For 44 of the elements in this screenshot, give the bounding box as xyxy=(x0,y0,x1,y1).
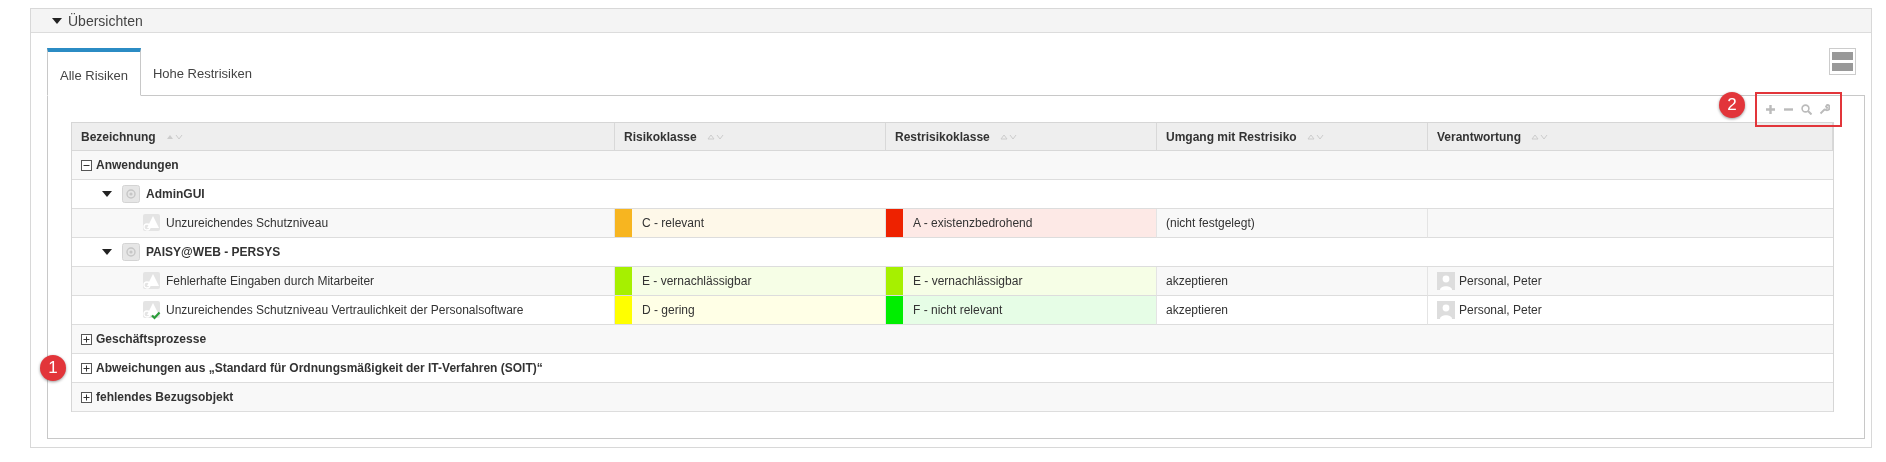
sort-icon[interactable] xyxy=(706,133,725,140)
risk-name-cell[interactable]: Fehlerhafte Eingaben durch Mitarbeiter xyxy=(72,267,615,296)
risk-class-cell: C - relevant xyxy=(615,209,886,238)
column-header[interactable]: Risikoklasse xyxy=(615,123,886,151)
caret-icon[interactable] xyxy=(102,249,112,255)
sort-icon[interactable] xyxy=(1531,133,1549,140)
sort-icon[interactable] xyxy=(165,133,184,140)
tab[interactable]: Hohe Restrisiken xyxy=(140,48,264,96)
owner-name: Personal, Peter xyxy=(1459,303,1542,317)
section-header[interactable]: Übersichten xyxy=(31,9,1871,33)
layout-icon[interactable] xyxy=(1829,48,1856,75)
avatar-icon xyxy=(1437,272,1455,290)
risk-class-cell: E - vernachlässigbar xyxy=(615,267,886,296)
callout-badge: 2 xyxy=(1719,91,1745,118)
sort-icon[interactable] xyxy=(1306,133,1325,140)
risk-name-cell[interactable]: Unzureichendes Schutzniveau xyxy=(72,209,615,238)
handling-cell: akzeptieren xyxy=(1157,267,1428,296)
sort-icon[interactable] xyxy=(999,133,1018,140)
avatar-icon xyxy=(1437,301,1455,319)
callout-badge: 1 xyxy=(40,355,66,381)
group-row[interactable]: fehlendes Bezugsobjekt xyxy=(72,383,1833,412)
risk-class-cell: D - gering xyxy=(615,296,886,325)
expand-icon[interactable] xyxy=(81,159,92,171)
caret-icon[interactable] xyxy=(102,191,112,197)
application-icon xyxy=(122,243,140,261)
handling-cell: (nicht festgelegt) xyxy=(1157,209,1428,238)
search-icon[interactable] xyxy=(1801,103,1812,115)
wrench-icon[interactable] xyxy=(1819,103,1830,115)
residual-class-cell: E - vernachlässigbar xyxy=(886,267,1157,296)
column-header[interactable]: Restrisikoklasse xyxy=(886,123,1157,151)
column-header[interactable]: Bezeichnung xyxy=(72,123,615,151)
caret-icon xyxy=(52,17,62,24)
tab[interactable]: Alle Risiken xyxy=(47,48,141,96)
column-header[interactable]: Umgang mit Restrisiko xyxy=(1157,123,1428,151)
plus-icon[interactable] xyxy=(1765,103,1776,115)
application-icon xyxy=(122,185,140,203)
expand-icon[interactable] xyxy=(81,362,92,374)
expand-icon[interactable] xyxy=(81,391,92,403)
owner-name: Personal, Peter xyxy=(1459,274,1542,288)
section-title: Übersichten xyxy=(68,12,143,29)
residual-class-cell: F - nicht relevant xyxy=(886,296,1157,325)
residual-class-cell: A - existenzbedrohend xyxy=(886,209,1157,238)
expand-icon[interactable] xyxy=(81,333,92,345)
column-header[interactable]: Verantwortung xyxy=(1428,123,1833,151)
